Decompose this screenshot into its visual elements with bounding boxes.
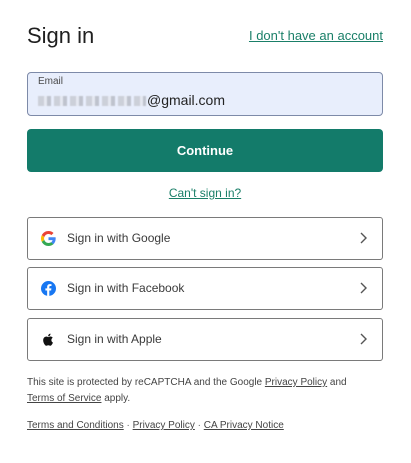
sign-in-google-label: Sign in with Google xyxy=(67,231,171,245)
cant-sign-in-link[interactable]: Can't sign in? xyxy=(27,185,383,201)
sign-in-apple-button[interactable]: Sign in with Apple xyxy=(27,318,383,361)
legal-prefix: This site is protected by reCAPTCHA and … xyxy=(27,377,265,388)
legal-suffix: apply. xyxy=(101,393,131,404)
recaptcha-notice: This site is protected by reCAPTCHA and … xyxy=(27,375,383,407)
redacted-email-username xyxy=(38,96,146,107)
google-privacy-policy-link[interactable]: Privacy Policy xyxy=(265,377,327,388)
page-title: Sign in xyxy=(27,23,95,48)
no-account-link[interactable]: I don't have an account xyxy=(249,28,383,44)
sign-in-facebook-button[interactable]: Sign in with Facebook xyxy=(27,267,383,310)
terms-and-conditions-link[interactable]: Terms and Conditions xyxy=(27,420,124,431)
header: Sign in I don't have an account xyxy=(27,22,383,52)
google-terms-of-service-link[interactable]: Terms of Service xyxy=(27,393,101,404)
footer-separator: · xyxy=(194,420,204,431)
sign-in-apple-label: Sign in with Apple xyxy=(67,332,162,346)
facebook-icon xyxy=(41,281,56,296)
ca-privacy-notice-link[interactable]: CA Privacy Notice xyxy=(204,420,284,431)
email-domain: @gmail.com xyxy=(147,92,226,108)
email-value[interactable]: @gmail.com xyxy=(38,91,225,109)
chevron-right-icon xyxy=(360,333,367,345)
continue-button[interactable]: Continue xyxy=(27,129,383,172)
footer-links: Terms and Conditions · Privacy Policy · … xyxy=(27,419,284,433)
google-icon xyxy=(41,231,56,246)
legal-and: and xyxy=(327,377,347,388)
sign-in-facebook-label: Sign in with Facebook xyxy=(67,281,185,295)
chevron-right-icon xyxy=(360,282,367,294)
apple-icon xyxy=(43,333,53,346)
email-label: Email xyxy=(38,76,64,87)
email-field[interactable]: Email @gmail.com xyxy=(27,72,383,116)
chevron-right-icon xyxy=(360,232,367,244)
sign-in-google-button[interactable]: Sign in with Google xyxy=(27,217,383,260)
privacy-policy-link[interactable]: Privacy Policy xyxy=(133,420,195,431)
footer-separator: · xyxy=(123,420,133,431)
